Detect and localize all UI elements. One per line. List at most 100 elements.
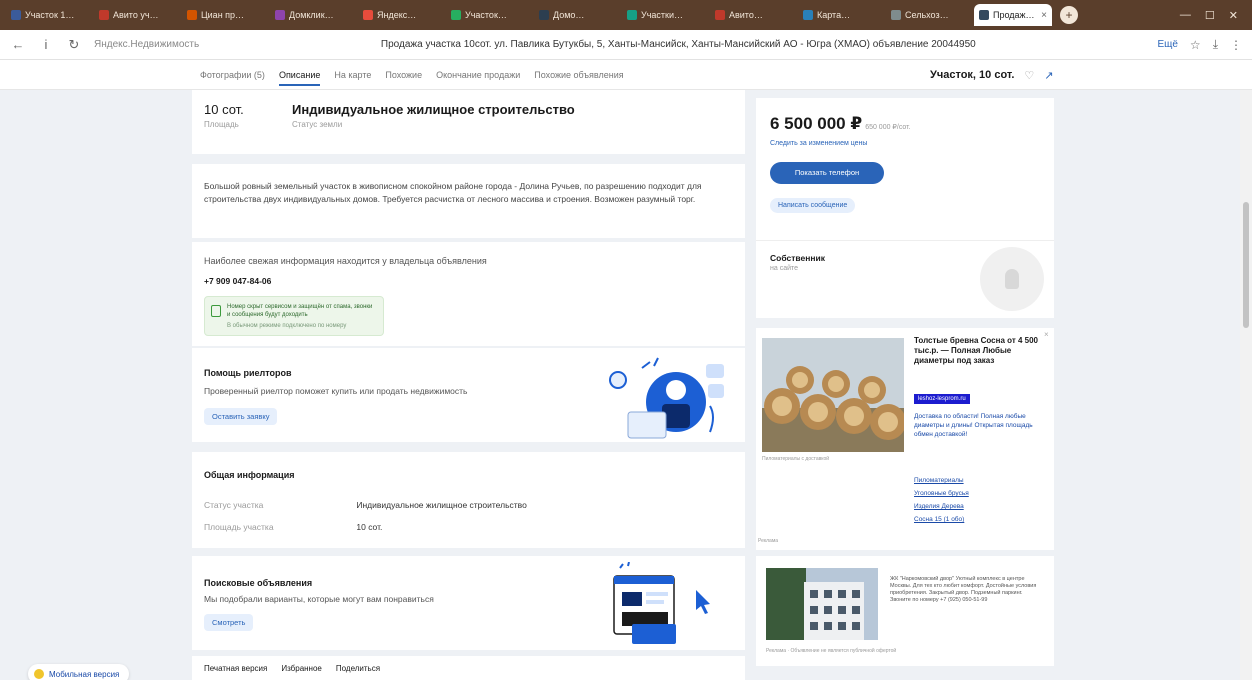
show-phone-button[interactable]: Показать телефон xyxy=(770,162,884,184)
browser-tab[interactable]: Домклик… xyxy=(270,4,356,26)
ad-link[interactable]: Пиломатериалы xyxy=(914,474,1038,487)
share-icon[interactable]: ↗ xyxy=(1044,69,1053,82)
menu-icon[interactable]: ⋮ xyxy=(1230,38,1242,52)
info-row-value: Индивидуальное жилищное строительство xyxy=(356,500,527,510)
browser-tab[interactable]: Домо… xyxy=(534,4,620,26)
tab-favicon-icon xyxy=(627,10,637,20)
ad-block: × Пиломатериалы с доставкой Толстые брев… xyxy=(756,328,1054,550)
print-version-link[interactable]: Печатная версия xyxy=(204,664,267,673)
browser-tab[interactable]: Участок 1… xyxy=(6,4,92,26)
bookmark-icon[interactable]: ☆ xyxy=(1190,38,1201,52)
favorite-icon[interactable]: ♡ xyxy=(1024,69,1034,82)
browser-tab[interactable]: Участок… xyxy=(446,4,532,26)
tab-label: Циан пр… xyxy=(201,10,245,20)
agent-description: Проверенный риелтор поможет купить или п… xyxy=(204,386,468,396)
tab-label: Авито… xyxy=(729,10,763,20)
info-row: Площадь участка 10 сот. xyxy=(204,522,382,532)
address-bar: ← i ↻ Яндекс.Недвижимость Продажа участк… xyxy=(0,30,1252,60)
close-icon[interactable]: × xyxy=(1044,330,1049,339)
ad2-image[interactable] xyxy=(766,568,878,640)
tab-label: Участок… xyxy=(465,10,507,20)
browser-tab[interactable]: Сельхоз… xyxy=(886,4,972,26)
tab-favicon-icon xyxy=(11,10,21,20)
tab-similar[interactable]: Похожие xyxy=(385,70,422,80)
price-value: 6 500 000 ₽650 000 ₽/сот. xyxy=(770,114,911,134)
price-amount: 6 500 000 ₽ xyxy=(770,114,863,133)
owner-subtitle: на сайте xyxy=(770,265,799,272)
favorites-link[interactable]: Избранное xyxy=(281,664,322,673)
ad-link[interactable]: Сосна 15 (1 обо) xyxy=(914,513,1038,526)
ad-label: Реклама xyxy=(758,538,779,544)
page-scrollbar[interactable] xyxy=(1240,90,1252,680)
protection-notice: Номер скрыт сервисом и защищён от спама,… xyxy=(204,296,384,336)
minimize-button[interactable]: — xyxy=(1180,9,1191,22)
reload-icon[interactable]: ↻ xyxy=(66,37,82,53)
tab-label: Сельхоз… xyxy=(905,10,949,20)
site-sticky-header: Фотографии (5) Описание На карте Похожие… xyxy=(0,60,1252,90)
info-row-key: Площадь участка xyxy=(204,522,274,532)
description-card: Большой ровный земельный участок в живоп… xyxy=(192,164,745,238)
share-link[interactable]: Поделиться xyxy=(336,664,380,673)
view-offers-button[interactable]: Смотреть xyxy=(204,614,254,631)
info-row: Статус участка Индивидуальное жилищное с… xyxy=(204,500,527,510)
info-row-key: Статус участка xyxy=(204,500,264,510)
tab-favicon-icon xyxy=(539,10,549,20)
info-icon[interactable]: i xyxy=(38,37,54,52)
mobile-version-button[interactable]: Мобильная версия xyxy=(28,664,130,680)
shield-icon xyxy=(211,305,221,317)
request-agent-button[interactable]: Оставить заявку xyxy=(204,408,278,425)
browser-tab[interactable]: Яндекс… xyxy=(358,4,444,26)
tab-favicon-icon xyxy=(275,10,285,20)
window-controls: — ☐ ✕ xyxy=(1180,9,1252,22)
mobile-version-label: Мобильная версия xyxy=(49,669,120,679)
tab-favicon-icon xyxy=(363,10,373,20)
browser-tab[interactable]: Участки… xyxy=(622,4,708,26)
scrollbar-thumb[interactable] xyxy=(1243,202,1249,328)
browser-tab[interactable]: Карта… xyxy=(798,4,884,26)
price-history-link[interactable]: Следить за изменением цены xyxy=(770,140,867,147)
tab-similar-offers[interactable]: Похожие объявления xyxy=(534,70,623,80)
tab-favicon-icon xyxy=(891,10,901,20)
ad-title[interactable]: Толстые бревна Сосна от 4 500 тыс.р. — П… xyxy=(914,336,1038,366)
mobile-icon xyxy=(34,669,44,679)
ad2-text[interactable]: ЖК "Наркомовский двор" Уютный комплекс в… xyxy=(890,576,1040,604)
tab-photos[interactable]: Фотографии (5) xyxy=(200,70,265,80)
tab-label: Домо… xyxy=(553,10,585,20)
info-row-value: 10 сот. xyxy=(356,522,383,532)
page-title[interactable]: Продажа участка 10сот. ул. Павлика Бутук… xyxy=(211,39,1145,50)
ad-link[interactable]: Изделия Дерева xyxy=(914,500,1038,513)
area-label: Площадь xyxy=(204,120,239,129)
tab-map[interactable]: На карте xyxy=(334,70,371,80)
tab-label: Участки… xyxy=(641,10,683,20)
url-domain[interactable]: Яндекс.Недвижимость xyxy=(94,39,199,50)
close-window-button[interactable]: ✕ xyxy=(1229,9,1238,22)
new-tab-button[interactable]: + xyxy=(1060,6,1078,24)
extensions-button[interactable]: Ещё xyxy=(1157,39,1177,50)
contact-card: Наиболее свежая информация находится у в… xyxy=(192,242,745,346)
browser-tab-bar: Участок 1… Авито уч… Циан пр… Домклик… Яндек… xyxy=(0,0,1252,30)
owner-card: Собственник на сайте xyxy=(756,240,1054,318)
tab-label: Карта… xyxy=(817,10,851,20)
tab-sale-end[interactable]: Окончание продажи xyxy=(436,70,520,80)
browser-tab[interactable]: Авито уч… xyxy=(94,4,180,26)
close-tab-icon[interactable]: × xyxy=(1041,10,1047,21)
ad-link[interactable]: Уголовные брусья xyxy=(914,487,1038,500)
browser-tab[interactable]: Циан пр… xyxy=(182,4,268,26)
tab-favicon-icon xyxy=(187,10,197,20)
ad-image[interactable] xyxy=(762,338,904,452)
ad-site-badge[interactable]: leshoz-lesprom.ru xyxy=(914,394,970,404)
tab-label: Яндекс… xyxy=(377,10,417,20)
download-icon[interactable]: ⤓ xyxy=(1213,37,1218,52)
tab-favicon-icon xyxy=(99,10,109,20)
ad-description[interactable]: Доставка по области! Полная любые диамет… xyxy=(914,412,1038,439)
tab-description[interactable]: Описание xyxy=(278,70,321,86)
write-message-button[interactable]: Написать сообщение xyxy=(770,198,856,213)
phone-number[interactable]: +7 909 047-84-06 xyxy=(204,276,271,286)
browser-tab[interactable]: Авито… xyxy=(710,4,796,26)
back-icon[interactable]: ← xyxy=(10,37,26,52)
owner-title: Собственник xyxy=(770,253,825,263)
maximize-button[interactable]: ☐ xyxy=(1205,9,1215,22)
browser-tab[interactable]: Продаж… × xyxy=(974,4,1052,26)
contact-note: Наиболее свежая информация находится у в… xyxy=(204,256,487,266)
ad2-footer: Реклама · Объявление не является публичн… xyxy=(766,648,897,654)
